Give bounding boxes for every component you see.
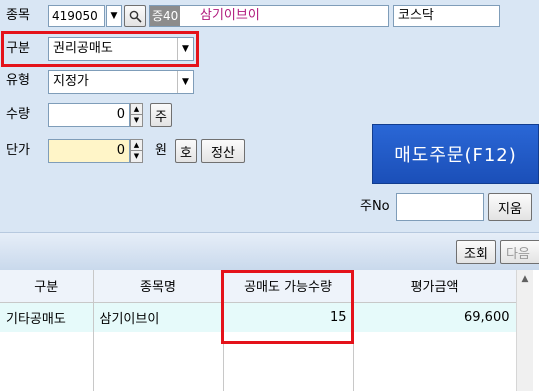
order-panel: 종목 419050 ▼ 증40 삼기이브이 코스닥 구분 권리공매도 ▼ 유형 … xyxy=(0,0,539,232)
code-prefix-badge: 증40 xyxy=(150,6,181,26)
code-label: 종목 xyxy=(6,8,30,23)
qty-spinner[interactable]: ▲ ▼ xyxy=(130,103,143,127)
query-button[interactable]: 조회 xyxy=(456,240,496,264)
arrow-down-icon[interactable]: ▼ xyxy=(131,151,142,162)
arrow-up-icon[interactable]: ▲ xyxy=(131,104,142,115)
cell-name[interactable]: 삼기이브이 xyxy=(93,302,224,332)
sell-order-button[interactable]: 매도주문(F12) xyxy=(372,124,539,184)
kind-select[interactable]: 지정가 xyxy=(48,70,194,94)
hoga-button[interactable]: 호 xyxy=(175,139,197,163)
code-dropdown-icon[interactable]: ▼ xyxy=(106,5,122,27)
arrow-down-icon[interactable]: ▼ xyxy=(131,115,142,126)
settle-button[interactable]: 정산 xyxy=(201,139,245,163)
chevron-down-icon[interactable]: ▼ xyxy=(177,71,193,93)
column-header-short-qty[interactable]: 공매도 가능수량 xyxy=(223,270,354,303)
market-field: 코스닥 xyxy=(393,5,500,27)
code-input[interactable]: 419050 xyxy=(48,5,105,27)
cell-type[interactable]: 기타공매도 xyxy=(0,302,94,332)
type-label: 구분 xyxy=(6,41,30,56)
qty-label: 수량 xyxy=(6,107,30,122)
order-no-input[interactable] xyxy=(396,193,484,221)
kind-label: 유형 xyxy=(6,73,30,88)
next-button[interactable]: 다음 xyxy=(500,240,539,264)
column-header-type[interactable]: 구분 xyxy=(0,270,94,303)
clear-button[interactable]: 지움 xyxy=(488,193,532,221)
code-name-field: 증40 삼기이브이 xyxy=(149,5,389,27)
price-unit-label: 원 xyxy=(155,143,167,158)
column-header-amount[interactable]: 평가금액 xyxy=(353,270,517,303)
search-button[interactable] xyxy=(124,5,146,27)
toolbar: 조회 다음 xyxy=(0,232,539,270)
table-row[interactable]: 기타공매도 삼기이브이 15 69,600 xyxy=(0,302,517,332)
data-table: 구분 종목명 공매도 가능수량 평가금액 기타공매도 삼기이브이 15 69,6… xyxy=(0,270,517,391)
chevron-down-icon[interactable]: ▼ xyxy=(177,38,193,60)
scroll-up-icon[interactable]: ▲ xyxy=(517,270,533,287)
order-no-label: 주No xyxy=(360,199,390,214)
cell-short-qty[interactable]: 15 xyxy=(223,302,354,332)
type-select[interactable]: 권리공매도 xyxy=(48,37,194,61)
vertical-scrollbar[interactable]: ▲ xyxy=(516,270,533,391)
qty-input[interactable]: 0 xyxy=(48,103,130,127)
column-header-name[interactable]: 종목명 xyxy=(93,270,224,303)
arrow-up-icon[interactable]: ▲ xyxy=(131,140,142,151)
price-label: 단가 xyxy=(6,143,30,158)
price-spinner[interactable]: ▲ ▼ xyxy=(130,139,143,163)
cell-amount[interactable]: 69,600 xyxy=(353,302,517,332)
price-input[interactable]: 0 xyxy=(48,139,130,163)
code-name-text: 삼기이브이 xyxy=(200,8,260,23)
qty-unit-button[interactable]: 주 xyxy=(150,103,172,127)
search-icon xyxy=(129,10,142,23)
